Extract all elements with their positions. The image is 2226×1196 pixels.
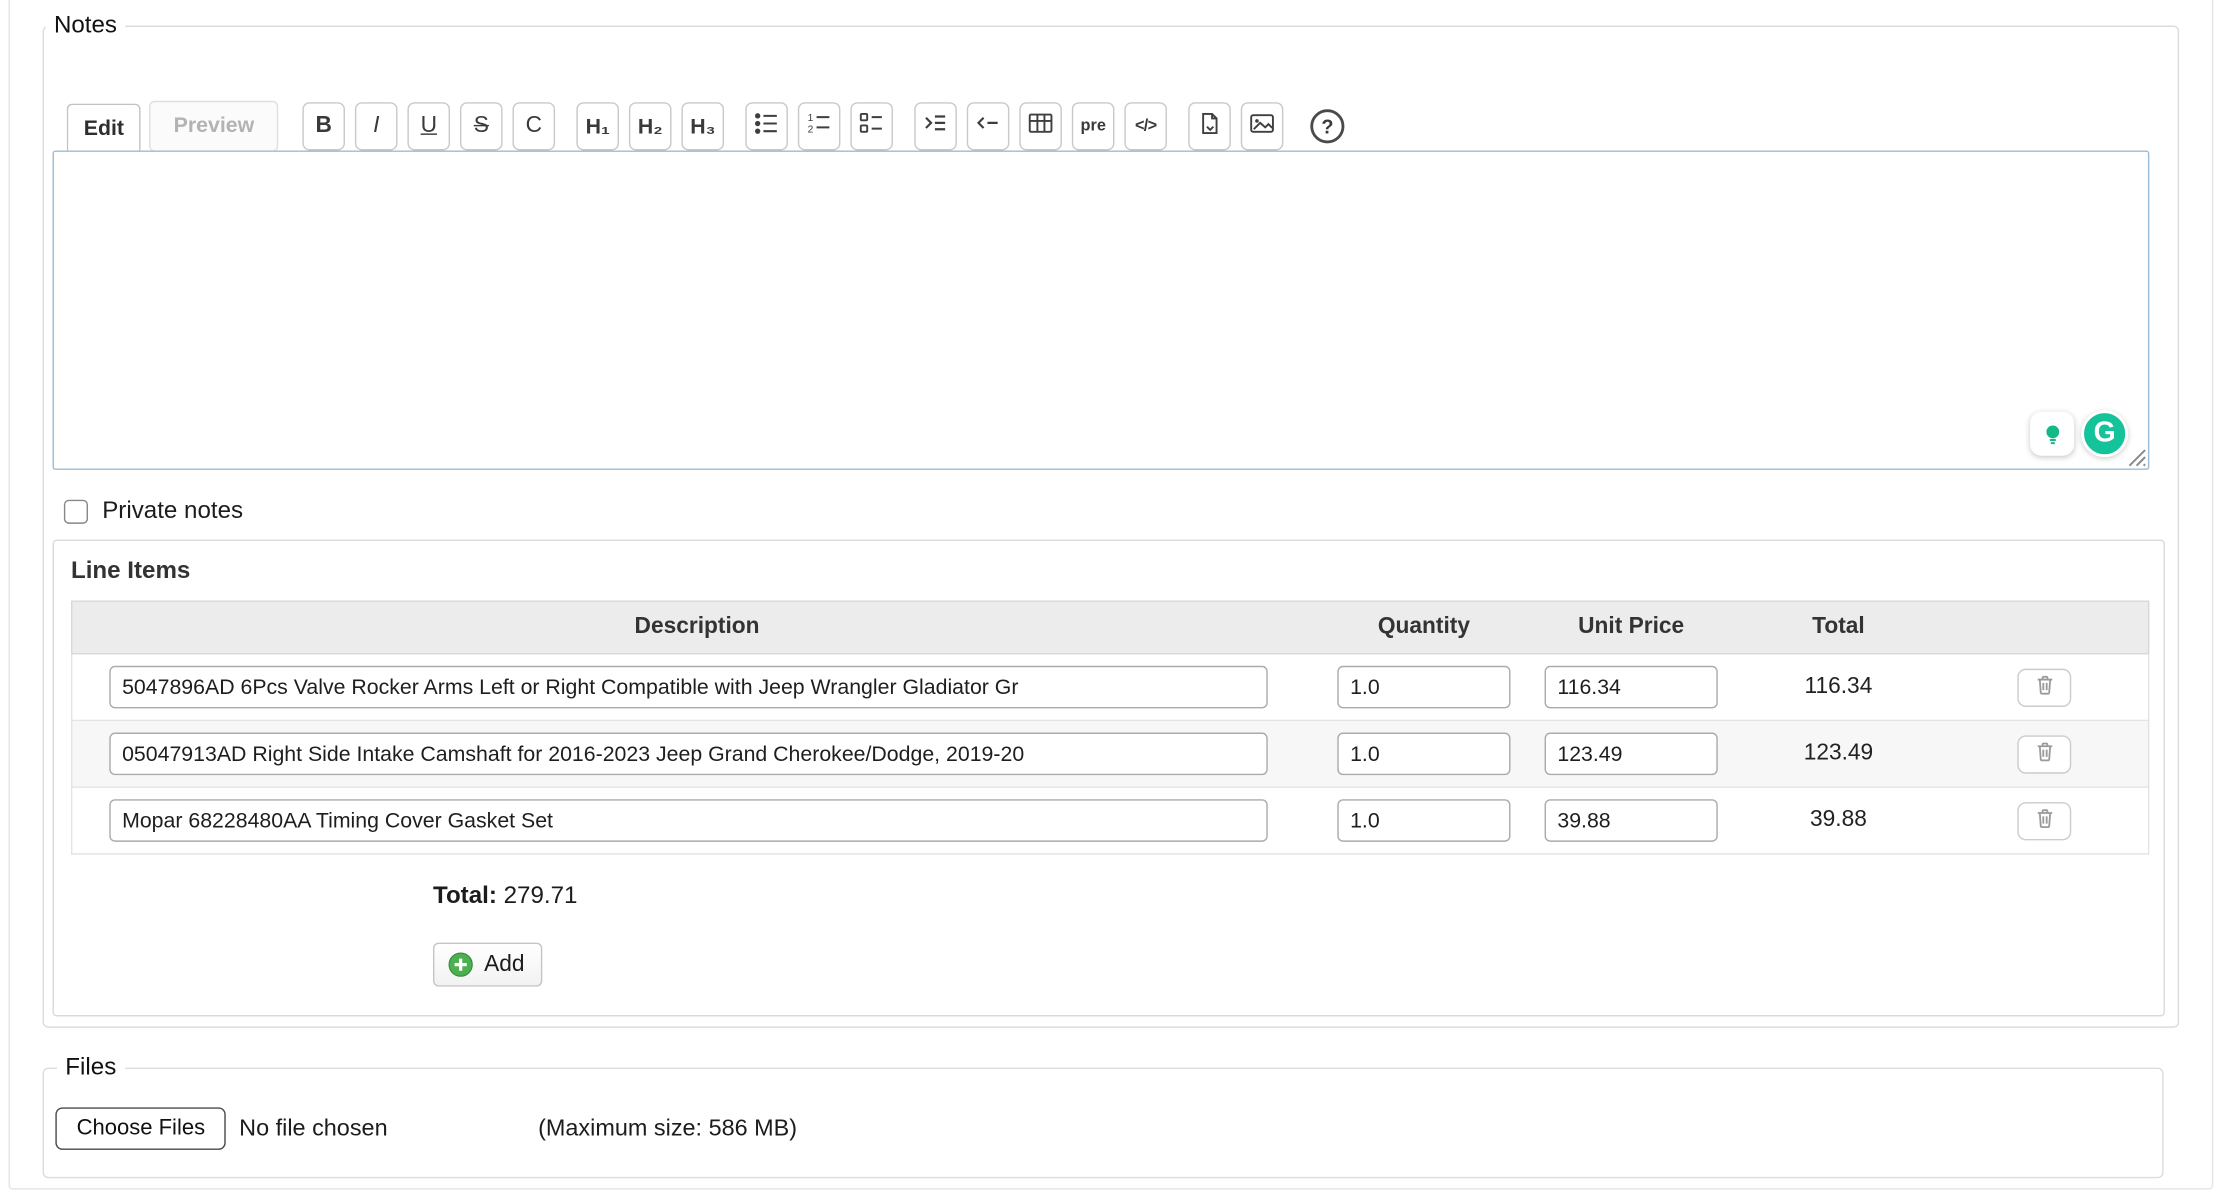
- italic-button[interactable]: I: [355, 102, 398, 150]
- toolbar-buttons: B I U S C H₁ H₂ H₃ 12: [302, 102, 1358, 150]
- table-icon: [1028, 110, 1054, 143]
- tab-preview[interactable]: Preview: [150, 101, 279, 152]
- trash-icon: [2032, 673, 2056, 701]
- add-button-label: Add: [484, 952, 524, 978]
- description-input-1[interactable]: [109, 666, 1267, 709]
- strikethrough-button[interactable]: S: [460, 102, 503, 150]
- total-label: Total:: [433, 882, 497, 909]
- unit-price-input-1[interactable]: [1545, 666, 1718, 709]
- line-items-heading: Line Items: [71, 556, 190, 584]
- quantity-input-1[interactable]: [1337, 666, 1510, 709]
- delete-row-button-1[interactable]: [2017, 668, 2071, 706]
- unit-price-input-2[interactable]: [1545, 733, 1718, 776]
- outdent-icon: [975, 110, 1001, 143]
- code-block-button[interactable]: </>: [1124, 102, 1167, 150]
- ordered-list-icon: 12: [806, 110, 832, 143]
- notes-fieldset: Notes Edit Preview B I U S C H₁ H₂ H₃: [43, 11, 2180, 1027]
- outdent-button[interactable]: [967, 102, 1010, 150]
- grammarly-suggestion-icon[interactable]: [2030, 412, 2074, 456]
- unordered-list-icon: [754, 110, 780, 143]
- header-description: Description: [72, 615, 1321, 641]
- heading2-button[interactable]: H₂: [629, 102, 672, 150]
- table-button[interactable]: [1019, 102, 1062, 150]
- checklist-icon: [859, 110, 885, 143]
- underline-button[interactable]: U: [408, 102, 451, 150]
- editor-toolbar: Edit Preview B I U S C H₁ H₂ H₃ 12: [67, 99, 1359, 153]
- trash-icon: [2032, 806, 2056, 834]
- unordered-list-button[interactable]: [745, 102, 788, 150]
- file-input-row: Choose Files No file chosen (Maximum siz…: [55, 1107, 2150, 1150]
- image-icon: [1249, 110, 1275, 143]
- line-item-row: 116.34: [71, 654, 2149, 721]
- notes-textarea[interactable]: [53, 150, 2150, 469]
- tab-edit[interactable]: Edit: [67, 104, 141, 155]
- file-chosen-status: No file chosen: [239, 1115, 387, 1142]
- help-button[interactable]: ?: [1306, 102, 1349, 150]
- indent-icon: [923, 110, 949, 143]
- quantity-input-3[interactable]: [1337, 799, 1510, 842]
- max-size-note: (Maximum size: 586 MB): [538, 1115, 797, 1142]
- choose-files-button[interactable]: Choose Files: [55, 1107, 226, 1150]
- textarea-resize-grip[interactable]: [2128, 449, 2146, 467]
- row-total-2: 123.49: [1736, 741, 1940, 767]
- heading3-button[interactable]: H₃: [682, 102, 725, 150]
- row-total-3: 39.88: [1736, 808, 1940, 834]
- notes-legend: Notes: [45, 11, 125, 39]
- line-item-row: 39.88: [71, 788, 2149, 855]
- line-items-section: Line Items Description Quantity Unit Pri…: [53, 539, 2165, 1016]
- delete-row-button-2[interactable]: [2017, 735, 2071, 773]
- line-items-header-row: Description Quantity Unit Price Total: [71, 601, 2149, 655]
- insert-image-button[interactable]: [1241, 102, 1284, 150]
- line-items-table: Description Quantity Unit Price Total: [71, 601, 2149, 855]
- row-total-1: 116.34: [1736, 674, 1940, 700]
- line-item-row: 123.49: [71, 721, 2149, 788]
- grammarly-icon[interactable]: G: [2081, 410, 2128, 457]
- page: Notes Edit Preview B I U S C H₁ H₂ H₃: [0, 0, 2226, 1196]
- quantity-input-2[interactable]: [1337, 733, 1510, 776]
- private-notes-row: Private notes: [64, 497, 243, 525]
- line-items-total: Total: 279.71: [433, 882, 577, 910]
- file-icon: [1197, 110, 1223, 143]
- attach-file-button[interactable]: [1188, 102, 1231, 150]
- trash-icon: [2032, 740, 2056, 768]
- inline-code-button[interactable]: C: [513, 102, 556, 150]
- preformatted-button[interactable]: pre: [1072, 102, 1115, 150]
- description-input-3[interactable]: [109, 799, 1267, 842]
- delete-row-button-3[interactable]: [2017, 801, 2071, 839]
- svg-text:1: 1: [808, 112, 814, 123]
- description-input-2[interactable]: [109, 733, 1267, 776]
- files-fieldset: Files Choose Files No file chosen (Maxim…: [43, 1053, 2164, 1178]
- header-quantity: Quantity: [1322, 615, 1526, 641]
- ordered-list-button[interactable]: 12: [798, 102, 841, 150]
- private-notes-checkbox[interactable]: [64, 499, 88, 523]
- bold-button[interactable]: B: [302, 102, 345, 150]
- heading1-button[interactable]: H₁: [576, 102, 619, 150]
- total-value: 279.71: [504, 882, 578, 909]
- private-notes-label[interactable]: Private notes: [102, 497, 243, 525]
- plus-icon: [447, 951, 474, 978]
- grammarly-widget: G: [2030, 410, 2128, 457]
- header-total: Total: [1736, 615, 1940, 641]
- checklist-button[interactable]: [850, 102, 893, 150]
- indent-button[interactable]: [914, 102, 957, 150]
- svg-text:2: 2: [808, 124, 814, 135]
- unit-price-input-3[interactable]: [1545, 799, 1718, 842]
- add-line-item-button[interactable]: Add: [433, 943, 543, 987]
- header-unit-price: Unit Price: [1526, 615, 1736, 641]
- help-icon: ?: [1310, 109, 1344, 143]
- notes-editor: G: [53, 150, 2150, 469]
- files-legend: Files: [57, 1053, 125, 1081]
